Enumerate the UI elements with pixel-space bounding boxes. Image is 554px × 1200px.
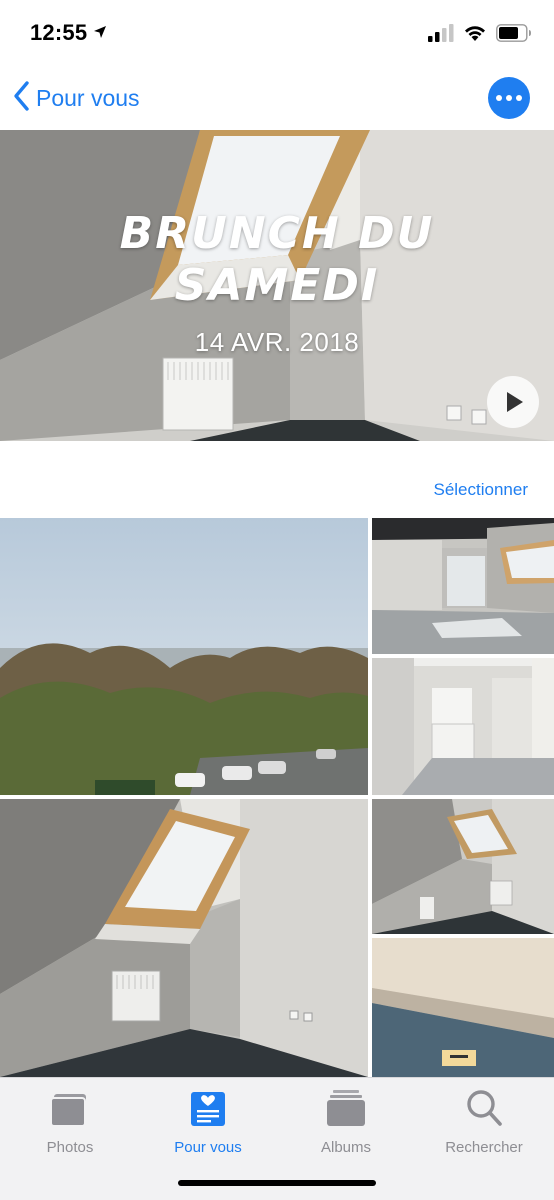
albums-icon bbox=[326, 1088, 366, 1128]
tab-label: Rechercher bbox=[445, 1139, 523, 1156]
photo-attic-room bbox=[372, 799, 554, 934]
memory-title: BRUNCH DU SAMEDI bbox=[0, 208, 554, 312]
tab-photos[interactable]: Photos bbox=[1, 1086, 139, 1156]
memory-date: 14 AVR. 2018 bbox=[194, 327, 360, 357]
tab-for-you[interactable]: Pour vous bbox=[139, 1086, 277, 1156]
battery-icon bbox=[496, 24, 532, 47]
tab-albums[interactable]: Albums bbox=[277, 1086, 415, 1156]
for-you-icon bbox=[188, 1088, 228, 1128]
back-button-label: Pour vous bbox=[36, 85, 140, 111]
status-bar: 12:55 bbox=[0, 0, 554, 66]
cellular-signal-icon bbox=[428, 24, 454, 47]
navigation-bar: Pour vous bbox=[0, 66, 554, 130]
play-icon bbox=[507, 392, 523, 412]
memory-title-line1: BRUNCH DU bbox=[119, 208, 435, 259]
photo-thumbnail[interactable] bbox=[0, 518, 368, 795]
more-options-button[interactable] bbox=[488, 77, 530, 119]
memory-title-line2: SAMEDI bbox=[174, 260, 380, 311]
home-indicator bbox=[178, 1180, 376, 1186]
photo-thumbnail[interactable] bbox=[372, 518, 554, 654]
photo-landscape-trees bbox=[0, 518, 368, 795]
wifi-icon bbox=[463, 24, 487, 47]
photo-kitchen bbox=[372, 658, 554, 795]
photo-thumbnail[interactable] bbox=[0, 799, 368, 1077]
status-time: 12:55 bbox=[30, 20, 88, 45]
photo-thumbnail[interactable] bbox=[372, 799, 554, 934]
select-button[interactable]: Sélectionner bbox=[433, 480, 528, 500]
tab-search[interactable]: Rechercher bbox=[415, 1086, 553, 1156]
photo-attic-skylight bbox=[0, 799, 368, 1077]
tab-label: Albums bbox=[320, 1139, 372, 1156]
photo-thumbnail[interactable] bbox=[372, 938, 554, 1077]
memory-cover[interactable]: BRUNCH DU SAMEDI 14 AVR. 2018 bbox=[0, 130, 554, 441]
photo-thumbnail[interactable] bbox=[372, 658, 554, 795]
ellipsis-icon bbox=[496, 95, 502, 101]
play-button[interactable] bbox=[487, 376, 539, 428]
photo-closeup-label bbox=[372, 938, 554, 1077]
tab-label: Pour vous bbox=[174, 1139, 242, 1156]
ellipsis-dot bbox=[516, 95, 522, 101]
photo-room-balcony bbox=[372, 518, 554, 654]
ellipsis-dot bbox=[506, 95, 512, 101]
tab-label: Photos bbox=[46, 1139, 94, 1156]
location-arrow-icon bbox=[93, 25, 107, 44]
chevron-left-icon bbox=[12, 80, 30, 117]
status-indicators bbox=[428, 24, 532, 47]
back-button[interactable]: Pour vous bbox=[12, 80, 140, 117]
photos-icon bbox=[50, 1088, 90, 1128]
search-icon bbox=[464, 1088, 504, 1128]
